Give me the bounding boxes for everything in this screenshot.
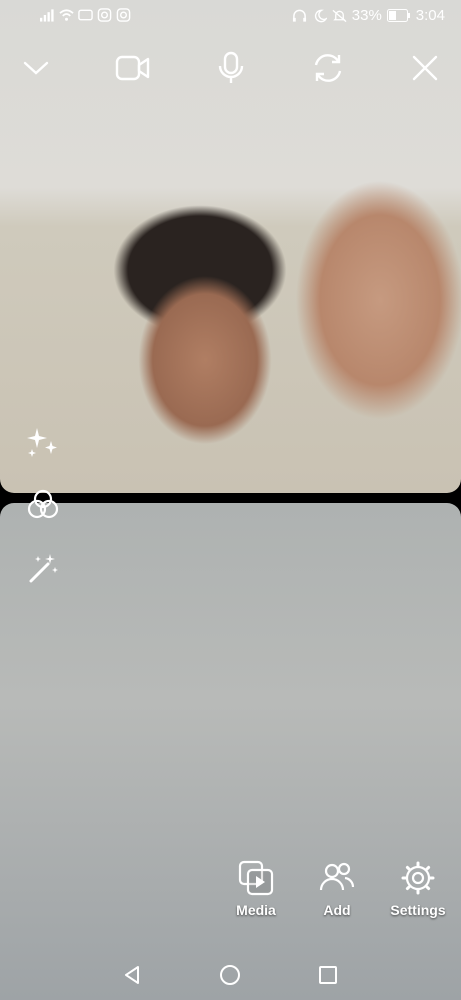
switch-camera-button[interactable] [308, 48, 348, 88]
video-notification-icon [78, 9, 93, 21]
battery-percent: 33% [351, 7, 382, 24]
close-icon [412, 55, 438, 81]
recents-icon [319, 966, 337, 984]
toggle-microphone-button[interactable] [211, 48, 251, 88]
wifi-icon [59, 9, 74, 21]
media-label: Media [236, 902, 276, 918]
chevron-down-icon [23, 61, 49, 75]
nav-home-button[interactable] [215, 960, 245, 990]
status-bar: 33% 3:04 [0, 0, 461, 32]
touch-up-button[interactable] [24, 550, 62, 588]
call-controls-bar [0, 48, 461, 88]
instagram-icon [116, 8, 131, 22]
video-camera-icon [115, 55, 150, 81]
toggle-video-button[interactable] [113, 48, 153, 88]
home-icon [220, 965, 240, 985]
call-actions: Media Add Settings [0, 860, 461, 930]
magic-wand-icon [29, 554, 58, 583]
filters-button[interactable] [24, 486, 62, 524]
filter-circles-icon [27, 489, 59, 519]
gear-icon [401, 861, 435, 895]
media-button[interactable]: Media [232, 860, 280, 918]
media-share-icon [238, 860, 274, 896]
clock: 3:04 [415, 7, 445, 24]
add-label: Add [323, 902, 351, 918]
minimize-button[interactable] [16, 48, 56, 88]
effects-button[interactable] [24, 422, 62, 460]
nav-recents-button[interactable] [313, 960, 343, 990]
back-icon [125, 966, 139, 984]
settings-label: Settings [390, 902, 446, 918]
switch-camera-icon [314, 54, 342, 82]
sparkles-effects-icon [27, 428, 57, 457]
nav-back-button[interactable] [117, 960, 147, 990]
instagram-icon [97, 8, 112, 22]
battery-icon [386, 9, 410, 22]
add-people-icon [319, 862, 355, 891]
signal-icon [40, 9, 54, 22]
moon-icon [314, 9, 327, 22]
add-people-button[interactable]: Add [317, 860, 357, 918]
system-navigation-bar [0, 948, 461, 1000]
headphones-icon [292, 9, 306, 22]
settings-button[interactable]: Settings [389, 860, 447, 918]
microphone-icon [218, 51, 244, 83]
mute-icon [332, 9, 347, 22]
end-call-button[interactable] [405, 48, 445, 88]
